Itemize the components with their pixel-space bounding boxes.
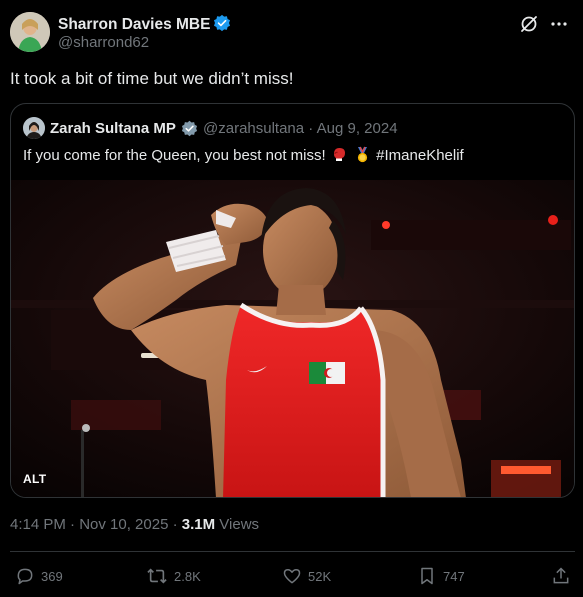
hashtag-link[interactable]: #ImaneKhelif [376, 147, 464, 164]
post-header: Sharron Davies MBE @sharrond62 [10, 12, 573, 54]
author-avatar[interactable] [10, 12, 50, 52]
author-name[interactable]: Sharron Davies MBE [58, 16, 210, 33]
gold-medal-icon [354, 146, 371, 167]
quoted-meta: @zarahsultana · Aug 9, 2024 [203, 120, 398, 137]
like-button[interactable]: 52K [282, 562, 331, 590]
divider [10, 551, 575, 552]
quoted-verified-badge-icon [181, 120, 198, 142]
quoted-post[interactable]: Zarah Sultana MP @zarahsultana · Aug 9, … [10, 103, 575, 498]
repost-count: 2.8K [174, 568, 201, 584]
reply-icon [17, 568, 33, 585]
verified-badge-icon[interactable] [213, 14, 231, 37]
quoted-author-avatar [23, 117, 45, 139]
post-timestamp[interactable]: 4:14 PM · Nov 10, 2025 · [10, 516, 182, 533]
quoted-date: Aug 9, 2024 [316, 120, 398, 137]
action-bar: 369 2.8K 52K 747 [0, 562, 583, 590]
reply-button[interactable]: 369 [15, 562, 63, 590]
quoted-post-text: If you come for the Queen, you best not … [23, 147, 326, 164]
meta-separator: · [304, 120, 317, 137]
grok-icon[interactable] [519, 14, 539, 34]
author-handle[interactable]: @sharrond62 [58, 34, 149, 51]
bookmark-button[interactable]: 747 [417, 562, 465, 590]
views-label: Views [215, 516, 260, 533]
alt-text-badge[interactable]: ALT [23, 472, 46, 486]
boxing-glove-icon [331, 146, 348, 167]
share-icon [553, 567, 569, 584]
quoted-post-text-row: If you come for the Queen, you best not … [23, 146, 464, 167]
quoted-post-photo[interactable]: ALT [11, 180, 574, 497]
more-options-icon[interactable] [549, 14, 569, 34]
bookmark-count: 747 [443, 568, 465, 584]
reply-count: 369 [41, 568, 63, 584]
post-text: It took a bit of time but we didn’t miss… [10, 69, 294, 88]
quoted-author-name: Zarah Sultana MP [50, 120, 176, 137]
post-timestamp-row: 4:14 PM · Nov 10, 2025 · 3.1M Views [10, 516, 259, 533]
share-button[interactable] [551, 562, 577, 590]
quoted-author-handle: @zarahsultana [203, 120, 305, 137]
bookmark-icon [421, 567, 433, 585]
like-count: 52K [308, 568, 332, 584]
repost-icon [147, 568, 167, 584]
views-count: 3.1M [181, 516, 216, 533]
heart-icon [283, 569, 301, 584]
repost-button[interactable]: 2.8K [146, 562, 201, 590]
